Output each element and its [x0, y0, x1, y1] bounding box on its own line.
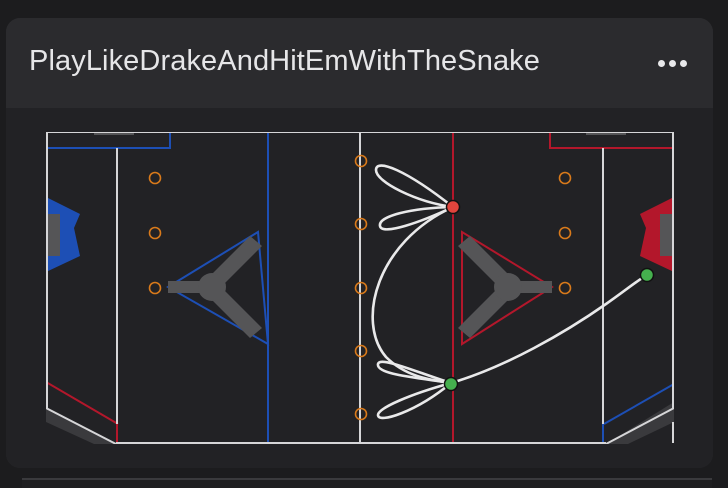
rink-area [6, 108, 713, 468]
goal-net-left [46, 214, 60, 256]
next-card-edge [22, 478, 712, 488]
card-header: PlayLikeDrakeAndHitEmWithTheSnake [6, 18, 713, 108]
more-icon [669, 60, 676, 67]
play-title: PlayLikeDrakeAndHitEmWithTheSnake [29, 45, 541, 77]
goal-net-right [660, 214, 674, 256]
player-green-right[interactable] [639, 267, 655, 283]
hockey-rink-diagram[interactable] [46, 132, 674, 444]
play-card: PlayLikeDrakeAndHitEmWithTheSnake [6, 18, 713, 468]
player-red[interactable] [445, 199, 461, 215]
more-icon [680, 60, 687, 67]
player-green-center[interactable] [443, 376, 459, 392]
more-icon [658, 60, 665, 67]
more-options-button[interactable] [652, 46, 692, 80]
